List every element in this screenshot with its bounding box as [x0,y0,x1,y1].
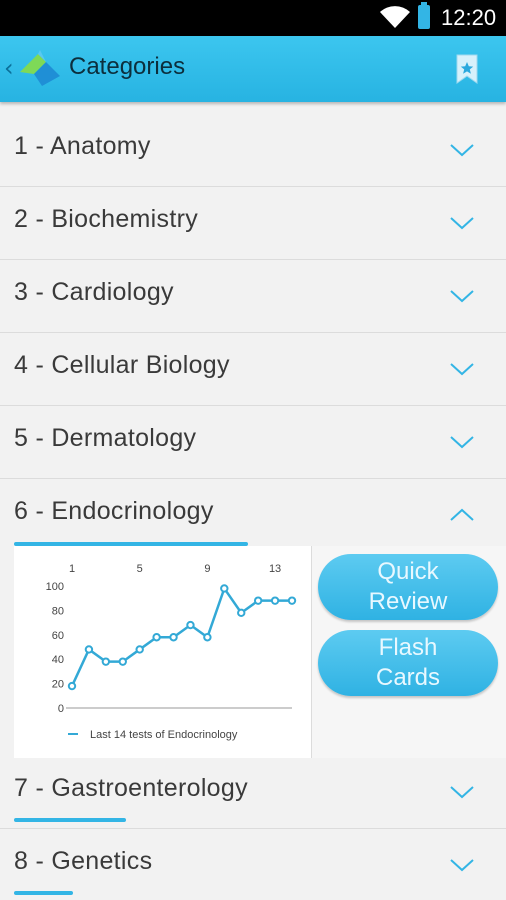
chevron-down-icon[interactable] [448,359,476,379]
flash-cards-label: Flash Cards [375,634,441,691]
category-row-gastroenterology[interactable]: 7 - Gastroenterology [0,756,506,829]
data-point [186,620,195,630]
category-row-endocrinology[interactable]: 6 - Endocrinology [0,479,506,552]
quick-review-label: Quick Review [368,558,448,615]
data-point [220,584,229,593]
category-row-cellular-biology[interactable]: 4 - Cellular Biology [0,333,506,406]
status-bar: 12:20 [0,0,506,36]
chevron-down-icon[interactable] [448,855,476,875]
chevron-down-icon[interactable] [448,140,476,160]
quick-review-button[interactable]: Quick Review [318,554,498,620]
data-point [135,645,144,654]
chart-panel: 0 20 40 60 80 100 1 5 9 13 Last 14 tests of Endocr… [14,546,312,758]
flash-cards-button[interactable]: Flash Cards [318,630,498,696]
data-point [253,596,263,605]
category-label: 7 - Gastroenterology [14,774,248,802]
legend-label: Last 14 tests of Endocrinology [90,729,238,741]
category-row-dermatology[interactable]: 5 - Dermatology [0,406,506,479]
clock-time: 12:20 [441,5,497,30]
category-label: 5 - Dermatology [14,424,197,452]
chevron-left-icon[interactable]: ‹ [4,54,14,82]
category-label: 8 - Genetics [14,847,153,875]
wifi-icon [380,6,410,28]
action-bar: ‹ Categories [0,36,506,102]
category-details-panel: 0 20 40 60 80 100 1 5 9 13 Last 14 tests of Endocr… [14,546,506,758]
progress-bar [14,891,73,895]
category-label: 6 - Endocrinology [14,497,214,525]
data-point [84,645,94,654]
category-row-biochemistry[interactable]: 2 - Biochemistry [0,187,506,260]
x-tick-label: 1 [69,563,75,575]
category-label: 1 - Anatomy [14,132,151,160]
chevron-down-icon[interactable] [448,286,476,306]
score-chart: 0 20 40 60 80 100 1 5 9 13 Last 14 tests of Endocr… [46,563,297,741]
app-logo-icon[interactable] [16,46,64,92]
chevron-down-icon[interactable] [448,432,476,452]
x-tick-label: 5 [137,563,143,575]
category-label: 2 - Biochemistry [14,205,199,233]
y-tick-label: 40 [52,654,64,666]
data-point [67,681,77,691]
y-tick-label: 20 [52,679,64,691]
battery-icon [418,2,430,29]
y-tick-label: 60 [52,630,64,642]
data-point [118,657,127,666]
progress-bar [14,818,126,822]
y-tick-label: 80 [52,605,64,617]
chevron-up-icon[interactable] [448,505,476,525]
data-point [270,596,280,605]
bookmark-star-icon[interactable] [454,54,480,84]
data-point [287,596,297,605]
data-point [152,633,161,642]
action-buttons: Quick Review Flash Cards [312,546,506,758]
x-tick-label: 9 [204,563,210,575]
category-label: 4 - Cellular Biology [14,351,230,379]
y-tick-label: 100 [46,581,64,593]
category-row-cardiology[interactable]: 3 - Cardiology [0,260,506,333]
chevron-down-icon[interactable] [448,782,476,802]
category-row-anatomy[interactable]: 1 - Anatomy [0,114,506,187]
chevron-down-icon[interactable] [448,213,476,233]
x-tick-label: 13 [269,563,281,575]
y-tick-label: 0 [58,703,64,715]
data-point [169,633,178,642]
category-row-genetics[interactable]: 8 - Genetics [0,829,506,900]
category-label: 3 - Cardiology [14,278,174,306]
data-point [237,608,246,618]
data-point [101,657,111,666]
page-title: Categories [69,53,186,80]
data-point [203,633,212,642]
